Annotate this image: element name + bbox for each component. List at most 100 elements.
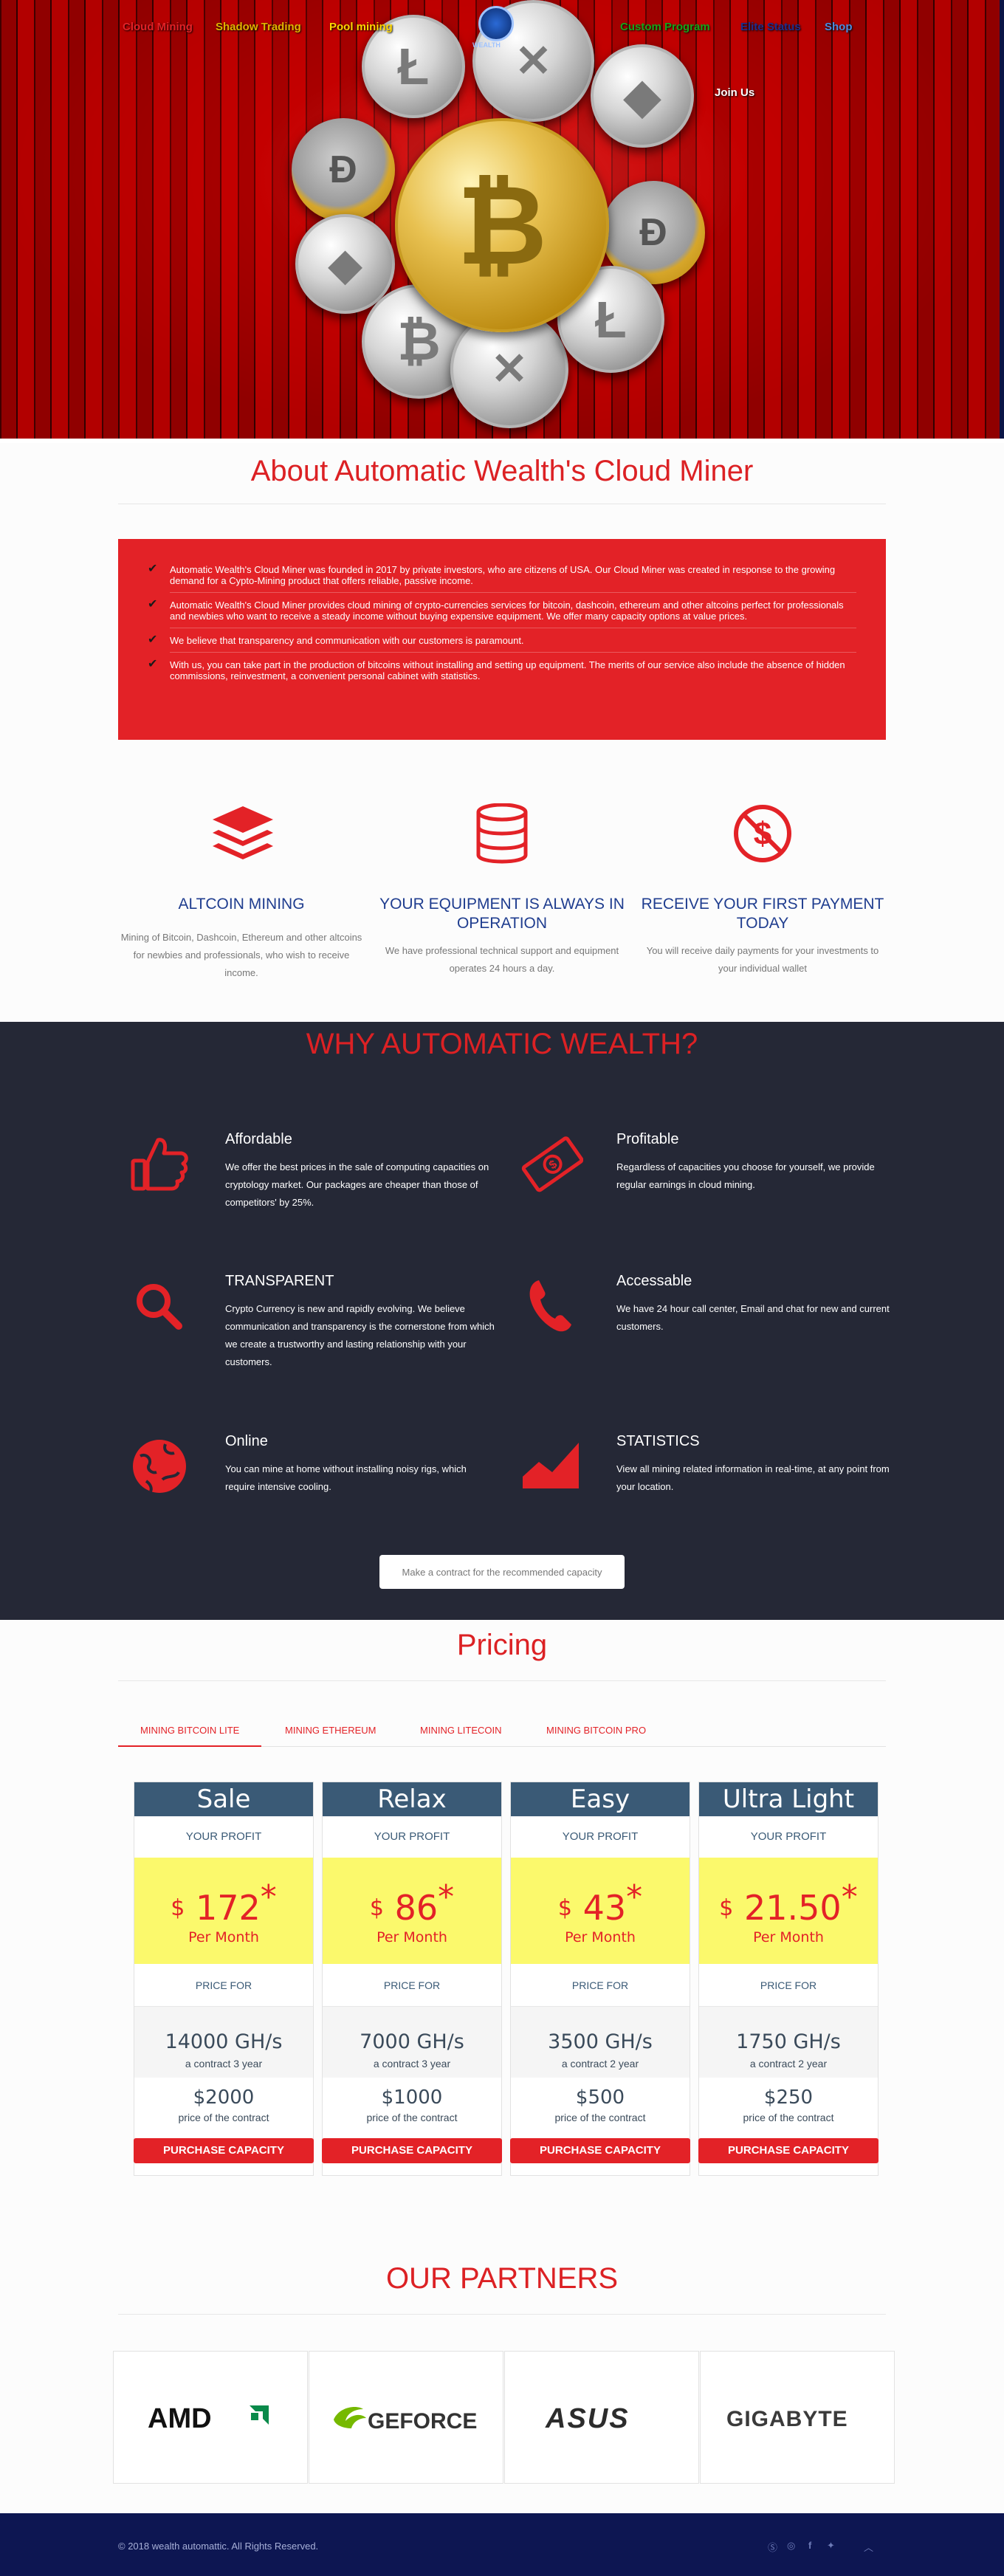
purchase-capacity-button[interactable]: PURCHASE CAPACITY (134, 2138, 314, 2163)
purchase-capacity-button[interactable]: PURCHASE CAPACITY (322, 2138, 502, 2163)
plan-cost-label: price of the contract (366, 2112, 458, 2123)
checkmark-icon: ✔ (148, 598, 158, 611)
hero-banner: Ł ✕ ◆ Đ ◆ Đ ₿ ✕ Ł ₿ WEALTH Cloud Mining … (0, 0, 1004, 443)
currency-symbol: $ (557, 1895, 572, 1921)
feature-text: You will receive daily payments for your… (646, 945, 879, 974)
plan-hashrate-value: 14000 GH/s (165, 2030, 283, 2053)
plan-price-box: $ 21.50* Per Month (699, 1858, 878, 1964)
nav-shop[interactable]: Shop (825, 21, 853, 33)
plan-cost: $500 price of the contract (511, 2078, 690, 2138)
svg-text:AMD: AMD (148, 2403, 212, 2432)
plan-card-sale: Sale YOUR PROFIT $ 172* Per Month PRICE … (134, 1782, 314, 2176)
asterisk: * (841, 1878, 858, 1916)
plan-hashrate-value: 1750 GH/s (736, 2030, 841, 2053)
about-list-item: ✔ Automatic Wealth's Cloud Miner provide… (148, 598, 856, 622)
tab-mining-bitcoin-pro[interactable]: MINING BITCOIN PRO (524, 1714, 668, 1747)
svg-text:GEFORCE: GEFORCE (368, 2409, 477, 2434)
plan-cost-value: $1000 (381, 2086, 443, 2109)
why-item-text: Regardless of capacities you choose for … (616, 1161, 875, 1190)
svg-text:$: $ (754, 816, 771, 852)
tab-mining-litecoin[interactable]: MINING LITECOIN (398, 1714, 524, 1747)
nav-pool-mining[interactable]: Pool mining (329, 21, 393, 33)
join-us-link[interactable]: Join Us (715, 86, 754, 99)
purchase-capacity-button[interactable]: PURCHASE CAPACITY (698, 2138, 878, 2163)
plan-price-for-label: PRICE FOR (699, 1964, 878, 2007)
why-transparent: TRANSPARENT Crypto Currency is new and r… (225, 1273, 498, 1371)
why-item-title: TRANSPARENT (225, 1273, 334, 1289)
asterisk: * (260, 1878, 277, 1916)
plan-name: Sale (134, 1782, 313, 1816)
about-box: ✔ Automatic Wealth's Cloud Miner was fou… (118, 539, 886, 740)
plan-contract-term: a contract 3 year (373, 2058, 451, 2070)
partner-amd[interactable]: AMD (113, 2351, 308, 2484)
ethereum-coin-image: ◆ (591, 44, 694, 148)
partner-asus[interactable]: ASUS (504, 2351, 699, 2484)
nav-custom-program[interactable]: Custom Program (620, 21, 710, 33)
purchase-capacity-button[interactable]: PURCHASE CAPACITY (510, 2138, 690, 2163)
feature-text: Mining of Bitcoin, Dashcoin, Ethereum an… (120, 932, 362, 978)
plan-price-box: $ 43* Per Month (511, 1858, 690, 1964)
nav-shadow-trading[interactable]: Shadow Trading (216, 21, 301, 33)
about-list-item: ✔ Automatic Wealth's Cloud Miner was fou… (148, 563, 856, 587)
plan-cost-label: price of the contract (743, 2112, 834, 2123)
plan-hashrate-value: 7000 GH/s (360, 2030, 464, 2053)
site-logo[interactable] (478, 6, 514, 41)
plan-price: $ 86* (323, 1878, 501, 1928)
plan-profit-value: 172 (195, 1888, 261, 1928)
money-bill-icon: $ (521, 1136, 583, 1192)
partners-title: OUR PARTNERS (385, 2262, 619, 2295)
asterisk: * (626, 1878, 643, 1916)
plan-card-easy: Easy YOUR PROFIT $ 43* Per Month PRICE F… (510, 1782, 690, 2176)
facebook-icon[interactable]: f (808, 2540, 811, 2551)
feature-title: ALTCOIN MINING (178, 896, 305, 913)
nav-cloud-mining[interactable]: Cloud Mining (123, 21, 193, 33)
why-item-title: Online (225, 1433, 268, 1449)
plan-price-box: $ 86* Per Month (323, 1858, 501, 1964)
nav-elite-status[interactable]: Elite Status (740, 21, 801, 33)
plan-profit-label: YOUR PROFIT (562, 1830, 639, 1843)
phone-icon (529, 1280, 571, 1332)
plan-per-month: Per Month (376, 1929, 447, 1945)
feature-altcoin-mining: ALTCOIN MINING Mining of Bitcoin, Dashco… (116, 895, 367, 982)
plan-card-relax: Relax YOUR PROFIT $ 86* Per Month PRICE … (322, 1782, 502, 2176)
plan-contract-term: a contract 3 year (185, 2058, 263, 2070)
plan-cost-value: $500 (575, 2086, 625, 2109)
plan-contract-term: a contract 2 year (561, 2058, 639, 2070)
plan-profit-value: 21.50 (744, 1888, 842, 1928)
svg-text:ASUS: ASUS (545, 2403, 630, 2432)
partner-gigabyte[interactable]: GIGABYTE (700, 2351, 895, 2484)
thumbs-up-icon (131, 1138, 188, 1191)
plan-profit-value: 86 (394, 1888, 439, 1928)
why-title: WHY AUTOMATIC WEALTH? (306, 1028, 698, 1060)
plan-hashrate-value: 3500 GH/s (548, 2030, 653, 2053)
plan-cost: $250 price of the contract (699, 2078, 878, 2138)
partner-geforce[interactable]: GEFORCE (309, 2351, 503, 2484)
why-item-text: We offer the best prices in the sale of … (225, 1161, 489, 1208)
why-item-title: Profitable (616, 1131, 679, 1147)
about-item-text: We believe that transparency and communi… (170, 635, 524, 646)
hero-edge (1000, 0, 1004, 443)
back-to-top-icon[interactable]: ︿ (864, 2540, 873, 2554)
skype-icon[interactable]: Ⓢ (768, 2540, 777, 2554)
checkmark-icon: ✔ (148, 633, 158, 646)
geforce-logo: GEFORCE (334, 2406, 477, 2434)
plan-cost-value: $2000 (193, 2086, 255, 2109)
feature-equipment-operation: YOUR EQUIPMENT IS ALWAYS IN OPERATION We… (376, 895, 628, 978)
about-divider (170, 592, 856, 593)
recommended-capacity-button[interactable]: Make a contract for the recommended capa… (379, 1555, 625, 1589)
svg-text:GIGABYTE: GIGABYTE (726, 2407, 848, 2431)
asterisk: * (438, 1878, 455, 1916)
search-icon (137, 1284, 182, 1330)
plan-cost-label: price of the contract (554, 2112, 646, 2123)
whatsapp-icon[interactable]: ◎ (787, 2540, 795, 2552)
plan-profit-label: YOUR PROFIT (750, 1830, 827, 1843)
tab-mining-bitcoin-lite[interactable]: MINING BITCOIN LITE (118, 1714, 262, 1747)
why-item-title: Accessable (616, 1273, 692, 1289)
site-logo-text: WEALTH (472, 41, 501, 49)
plan-profit-label: YOUR PROFIT (185, 1830, 262, 1843)
tab-mining-ethereum[interactable]: MINING ETHEREUM (263, 1714, 399, 1747)
plan-hashrate: 7000 GH/s a contract 3 year (323, 2007, 501, 2078)
feature-title: YOUR EQUIPMENT IS ALWAYS IN OPERATION (379, 896, 625, 932)
twitter-icon[interactable]: ✦ (827, 2540, 835, 2552)
plan-price-for-label: PRICE FOR (511, 1964, 690, 2007)
